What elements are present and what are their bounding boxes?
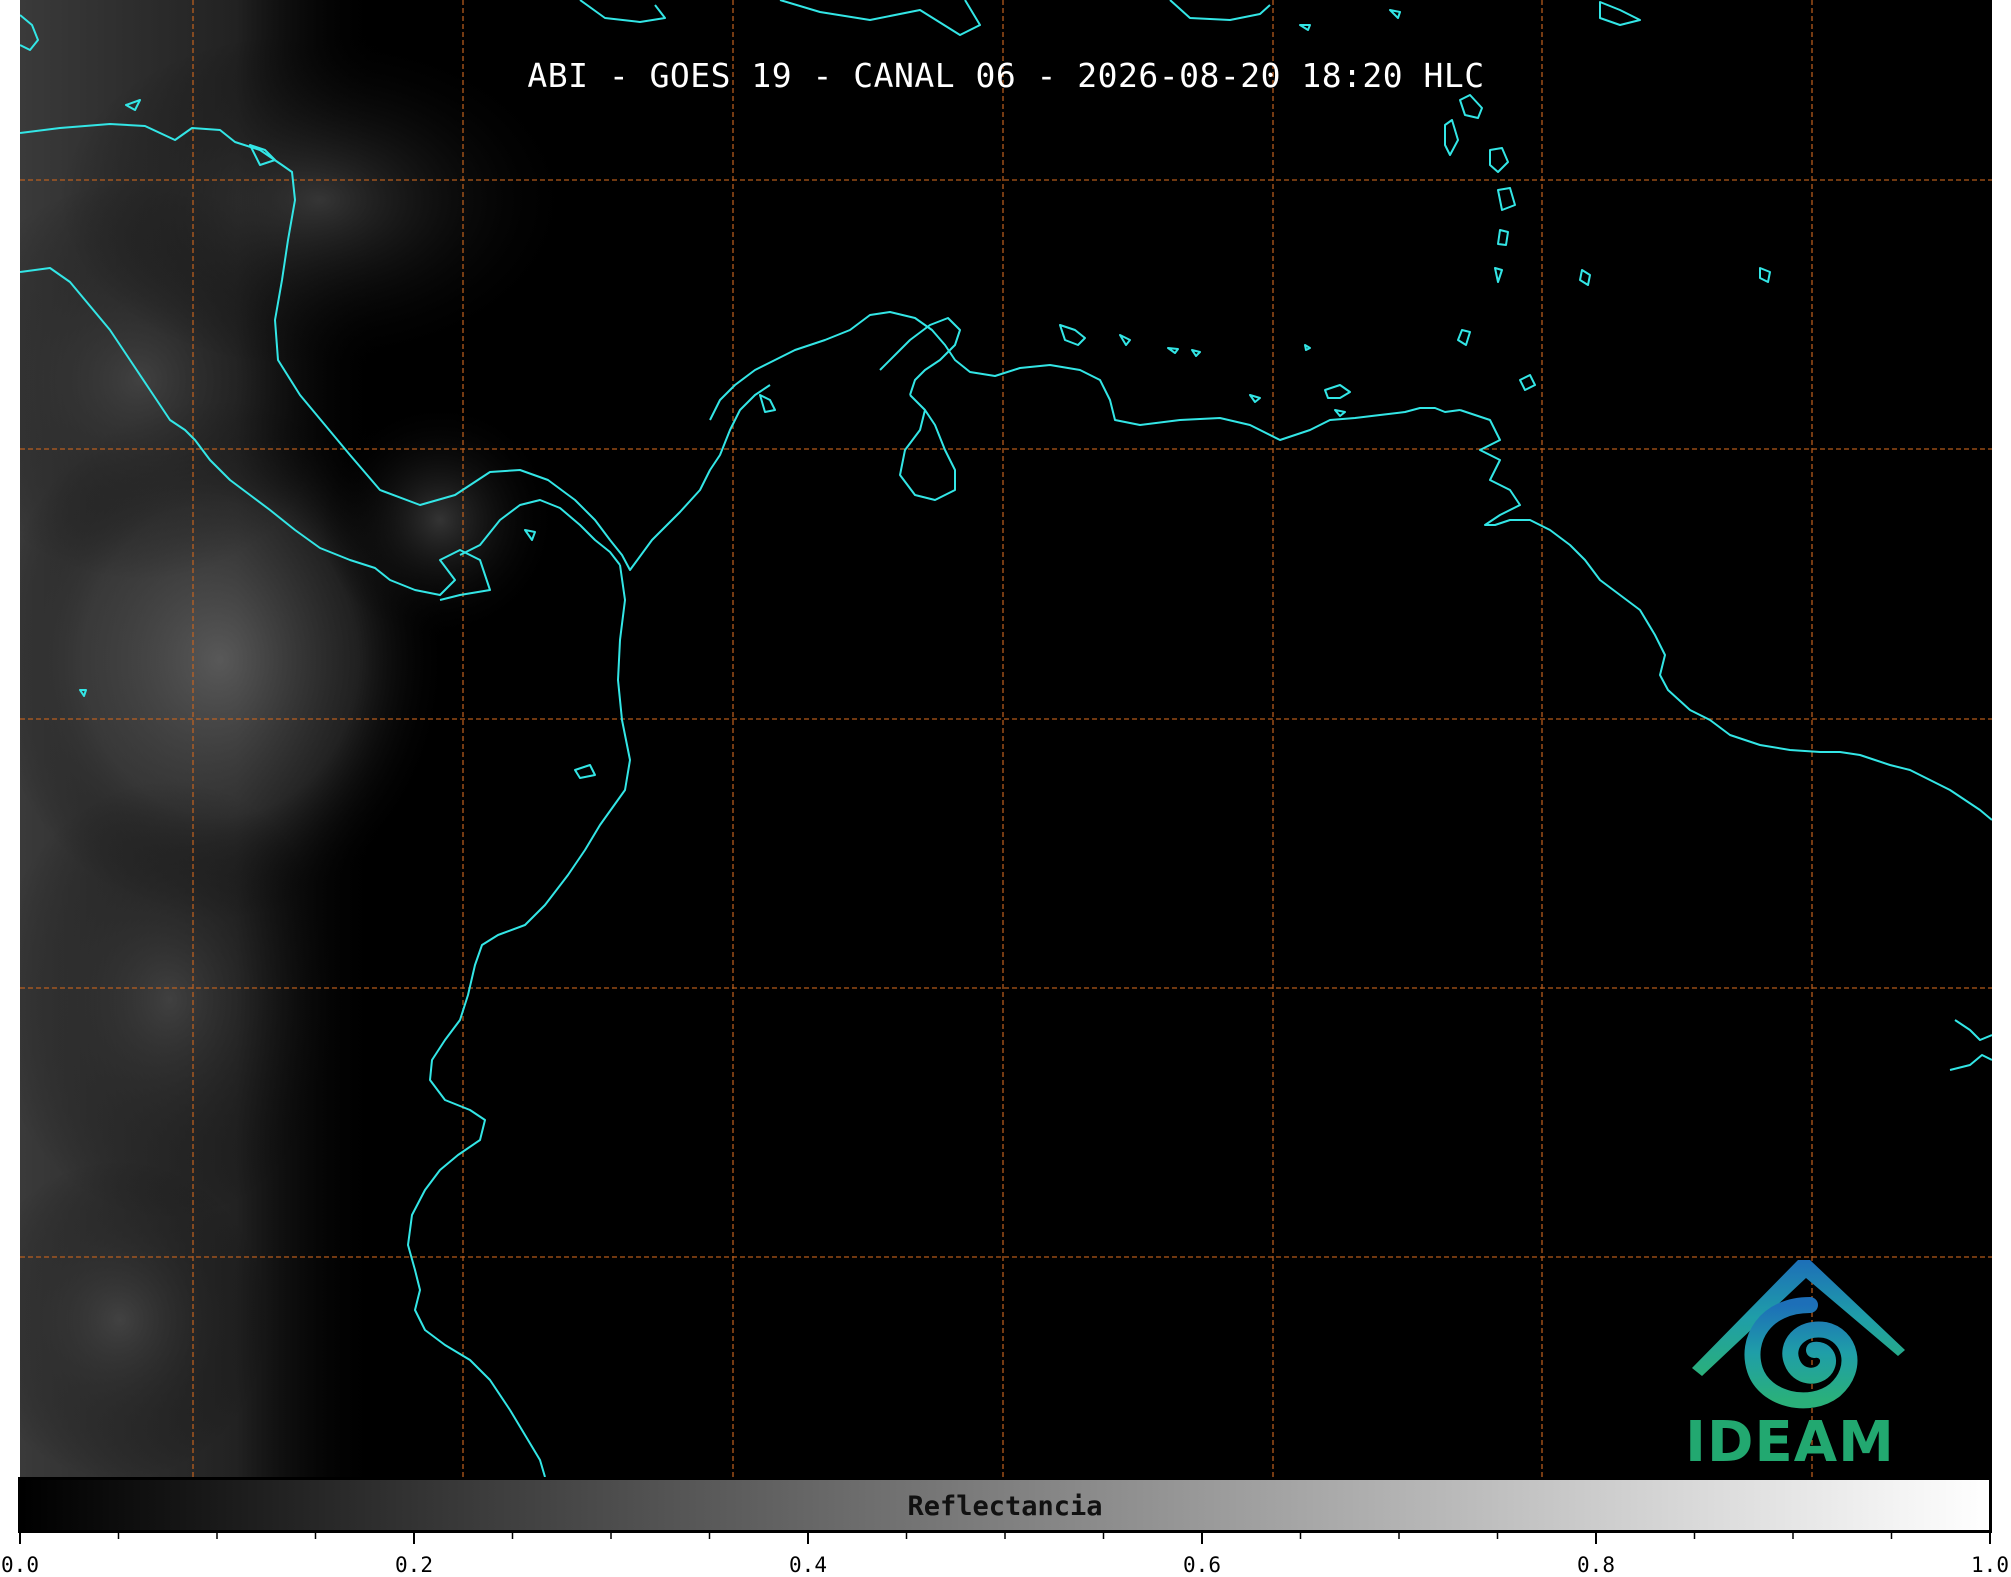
tick-label: 0.6 (1183, 1553, 1221, 1577)
cloud-imagery (20, 0, 580, 1477)
colorbar: Reflectancia (18, 1477, 1992, 1533)
island-13 (1497, 187, 1516, 211)
island-1 (759, 394, 776, 413)
island-10 (1444, 119, 1459, 156)
island-3 (1119, 334, 1131, 346)
island-6 (1304, 344, 1311, 351)
small-island-f (1759, 267, 1771, 283)
island-20 (779, 0, 981, 36)
island-17 (1519, 374, 1536, 391)
tick-label: 1.0 (1971, 1553, 2009, 1577)
island-16 (1457, 329, 1471, 346)
colorbar-label: Reflectancia (907, 1491, 1103, 1522)
map-title: ABI - GOES 19 - CANAL 06 - 2026-08-20 18… (527, 56, 1485, 95)
tick-label: 0.0 (1, 1553, 39, 1577)
island-27 (1949, 1054, 1992, 1071)
island-26 (1954, 1019, 1992, 1041)
island-23 (1299, 24, 1311, 31)
guajira-peninsula (899, 394, 956, 501)
island-2 (1059, 324, 1086, 346)
tick-label: 0.2 (395, 1553, 433, 1577)
island-15 (1494, 267, 1503, 283)
island-21 (579, 0, 666, 23)
island-5 (1191, 349, 1201, 357)
colorbar-ticks (19, 1530, 1991, 1544)
spiral-icon (1744, 1297, 1858, 1409)
island-19 (1599, 1, 1641, 26)
small-island-d (574, 764, 596, 779)
island-14 (1497, 229, 1509, 246)
colombia-venezuela-caribbean-coast (709, 311, 1461, 441)
tick-label: 0.8 (1577, 1553, 1615, 1577)
guajira-upper (879, 317, 961, 396)
ideam-logo-text: IDEAM (1685, 1410, 1895, 1475)
island-22 (1169, 0, 1271, 21)
island-7 (1249, 394, 1261, 403)
venezuela-east-coast (1459, 409, 1992, 821)
tick-label: 0.4 (789, 1553, 827, 1577)
island-18 (1579, 269, 1591, 286)
island-4 (1167, 347, 1179, 354)
satellite-map: ABI - GOES 19 - CANAL 06 - 2026-08-20 18… (20, 0, 1992, 1477)
island-11 (1459, 94, 1483, 119)
island-8 (1324, 384, 1351, 399)
island-24 (1389, 9, 1401, 19)
island-12 (1489, 147, 1509, 173)
island-9 (1334, 409, 1346, 417)
